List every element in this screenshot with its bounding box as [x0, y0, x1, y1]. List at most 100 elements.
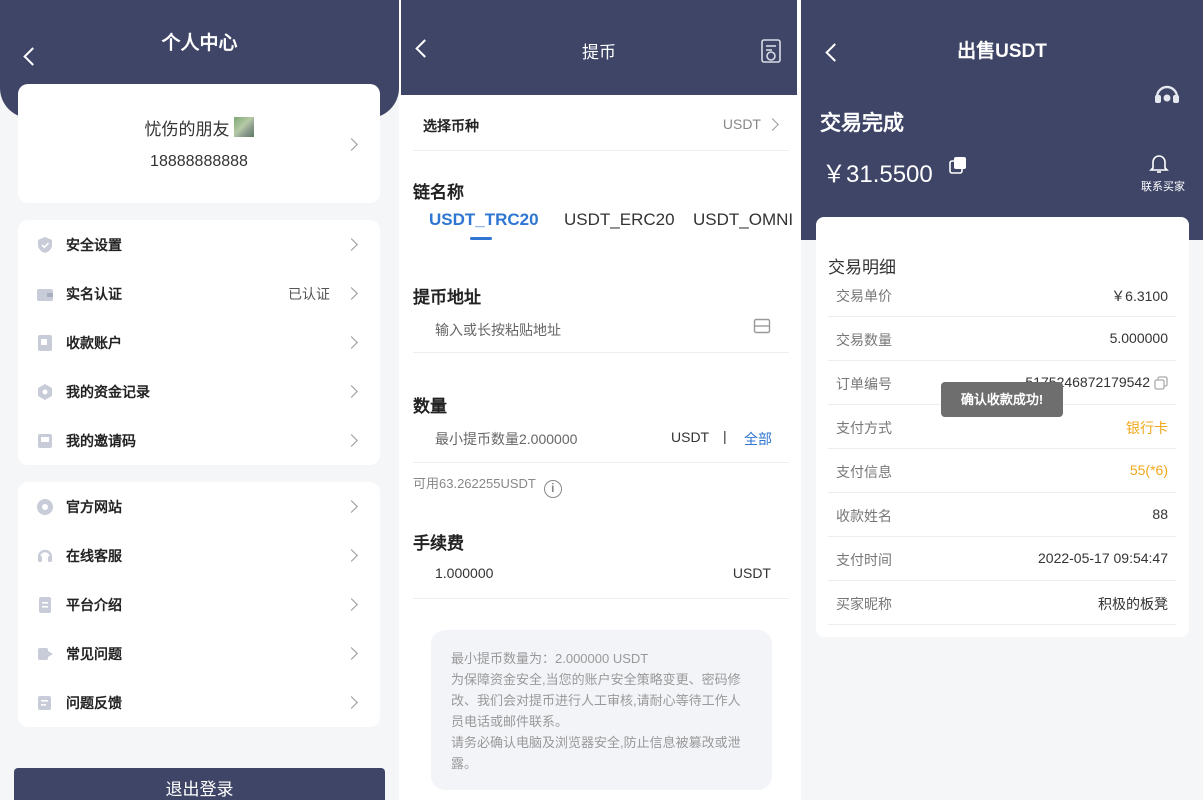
feedback-icon — [38, 696, 51, 710]
user-card[interactable]: 忧伤的朋友 18888888888 — [18, 84, 380, 203]
shield-icon — [38, 237, 52, 253]
notice-line: 请务必确认电脑及浏览器安全,防止信息被篡改或泄露。 — [451, 735, 741, 771]
tab-usdt-trc20[interactable]: USDT_TRC20 — [429, 210, 539, 230]
nickname-row: 忧伤的朋友 — [18, 115, 380, 140]
menu-label: 在线客服 — [66, 548, 122, 564]
menu-label: 我的资金记录 — [66, 384, 150, 400]
tab-usdt-omni[interactable]: USDT_OMNI — [693, 210, 793, 230]
page-title: 提币 — [582, 43, 616, 62]
detail-row-unit-price: 交易单价 ￥6.3100 — [828, 273, 1176, 317]
document-icon — [39, 597, 51, 613]
bell-icon[interactable] — [1149, 153, 1169, 175]
detail-value[interactable]: 银行卡 — [1126, 418, 1168, 438]
detail-row-payee-name: 收款姓名 88 — [828, 493, 1176, 537]
chevron-right-icon — [345, 598, 358, 611]
globe-icon — [37, 499, 53, 515]
chevron-right-icon — [345, 696, 358, 709]
menu-label: 常见问题 — [66, 646, 122, 662]
menu-item-platform-intro[interactable]: 平台介绍 — [18, 580, 380, 629]
copy-order-icon[interactable] — [1154, 376, 1168, 390]
chevron-right-icon — [345, 647, 358, 660]
amount-unit: USDT — [671, 429, 710, 445]
customer-service-icon[interactable] — [1153, 84, 1181, 106]
contact-buyer-button[interactable]: 联系买家 — [1141, 178, 1185, 194]
detail-row-payment-info: 支付信息 55(*6) — [828, 449, 1176, 493]
detail-key: 交易单价 — [836, 288, 892, 304]
fee-label: 手续费 — [413, 534, 464, 553]
select-coin-label: 选择币种 — [423, 118, 479, 134]
fund-record-icon — [38, 384, 52, 400]
chevron-right-icon — [345, 385, 358, 398]
invite-code-icon — [38, 434, 52, 448]
menu-label: 平台介绍 — [66, 597, 122, 613]
info-icon[interactable]: i — [543, 480, 562, 498]
trade-amount: ￥31.5500 — [822, 161, 933, 188]
detail-row-quantity: 交易数量 5.000000 — [828, 317, 1176, 361]
detail-key: 交易数量 — [836, 332, 892, 348]
scan-icon[interactable] — [753, 318, 771, 334]
detail-key: 买家昵称 — [836, 596, 892, 612]
detail-key: 支付信息 — [836, 464, 892, 480]
faq-icon — [38, 648, 53, 660]
menu-group-platform: 官方网站 在线客服 平台介绍 常见问题 问题反馈 — [18, 482, 380, 727]
notice-line: 最小提币数量为：2.000000 USDT — [451, 651, 649, 666]
menu-item-invite-code[interactable]: 我的邀请码 — [18, 416, 380, 465]
withdraw-notice: 最小提币数量为：2.000000 USDT 为保障资金安全,当您的账户安全策略变… — [431, 630, 772, 790]
withdraw-all-button[interactable]: 全部 — [744, 429, 772, 449]
menu-item-official-site[interactable]: 官方网站 — [18, 482, 380, 531]
menu-label: 我的邀请码 — [66, 433, 136, 449]
menu-label: 问题反馈 — [66, 695, 122, 711]
detail-value: 积极的板凳 — [1098, 596, 1168, 612]
menu-item-security[interactable]: 安全设置 — [18, 220, 380, 269]
page-title: 个人中心 — [161, 33, 238, 54]
menu-item-feedback[interactable]: 问题反馈 — [18, 678, 380, 727]
detail-value: ￥6.3100 — [1111, 288, 1168, 304]
chevron-right-icon — [345, 138, 358, 151]
trade-detail-card: 交易明细 交易单价 ￥6.3100 交易数量 5.000000 订单编号 517… — [816, 217, 1189, 637]
menu-label: 实名认证 — [66, 286, 122, 302]
amount-label: 数量 — [413, 397, 447, 416]
detail-value: 88 — [1152, 506, 1168, 522]
menu-item-fund-records[interactable]: 我的资金记录 — [18, 367, 380, 416]
chevron-right-icon — [345, 238, 358, 251]
fee-row: 1.000000 USDT — [413, 553, 789, 599]
amount-separator: | — [723, 428, 727, 444]
select-coin-row[interactable]: 选择币种 USDT — [413, 98, 789, 151]
chevron-right-icon — [345, 336, 358, 349]
detail-value: 5.000000 — [1109, 330, 1168, 346]
menu-group-account: 安全设置 实名认证 已认证 收款账户 我的资金记录 我的邀请码 — [18, 220, 380, 465]
chevron-right-icon — [345, 434, 358, 447]
sell-panel: 出售USDT 交易完成 ￥31.5500 联系买家 交易明细 交易单价 ￥6.3… — [801, 0, 1203, 800]
address-field[interactable]: 输入或长按粘贴地址 — [413, 308, 789, 353]
phone-number: 18888888888 — [150, 153, 248, 170]
amount-field[interactable]: 最小提币数量2.000000 USDT | 全部 — [413, 418, 789, 463]
nickname: 忧伤的朋友 — [144, 120, 230, 139]
menu-label: 官方网站 — [66, 499, 122, 515]
trade-status: 交易完成 — [820, 112, 904, 135]
amount-input[interactable]: 最小提币数量2.000000 — [435, 429, 577, 449]
address-input[interactable]: 输入或长按粘贴地址 — [435, 320, 561, 340]
chevron-right-icon — [345, 500, 358, 513]
menu-item-online-service[interactable]: 在线客服 — [18, 531, 380, 580]
tab-usdt-erc20[interactable]: USDT_ERC20 — [564, 210, 675, 230]
chevron-right-icon — [345, 287, 358, 300]
fee-unit: USDT — [732, 565, 771, 581]
menu-label: 收款账户 — [66, 335, 122, 351]
withdraw-panel: 提币 选择币种 USDT 链名称 USDT_TRC20 USDT_ERC20 U… — [401, 0, 797, 800]
selected-coin: USDT — [722, 116, 761, 132]
withdraw-record-icon[interactable] — [760, 38, 784, 64]
detail-row-payment-time: 支付时间 2022-05-17 09:54:47 — [828, 537, 1176, 581]
detail-key: 订单编号 — [836, 376, 892, 392]
detail-row-buyer-nickname: 买家昵称 积极的板凳 — [828, 581, 1176, 625]
account-book-icon — [38, 335, 52, 351]
menu-item-real-name[interactable]: 实名认证 已认证 — [18, 269, 380, 318]
wallet-icon — [37, 289, 53, 301]
menu-item-faq[interactable]: 常见问题 — [18, 629, 380, 678]
menu-item-payment-account[interactable]: 收款账户 — [18, 318, 380, 367]
toast-message: 确认收款成功! — [941, 382, 1063, 417]
detail-value[interactable]: 55(*6) — [1130, 462, 1168, 478]
avatar — [233, 117, 254, 137]
logout-button[interactable]: 退出登录 — [14, 768, 385, 800]
detail-key: 支付时间 — [836, 552, 892, 568]
copy-icon[interactable] — [949, 156, 967, 174]
